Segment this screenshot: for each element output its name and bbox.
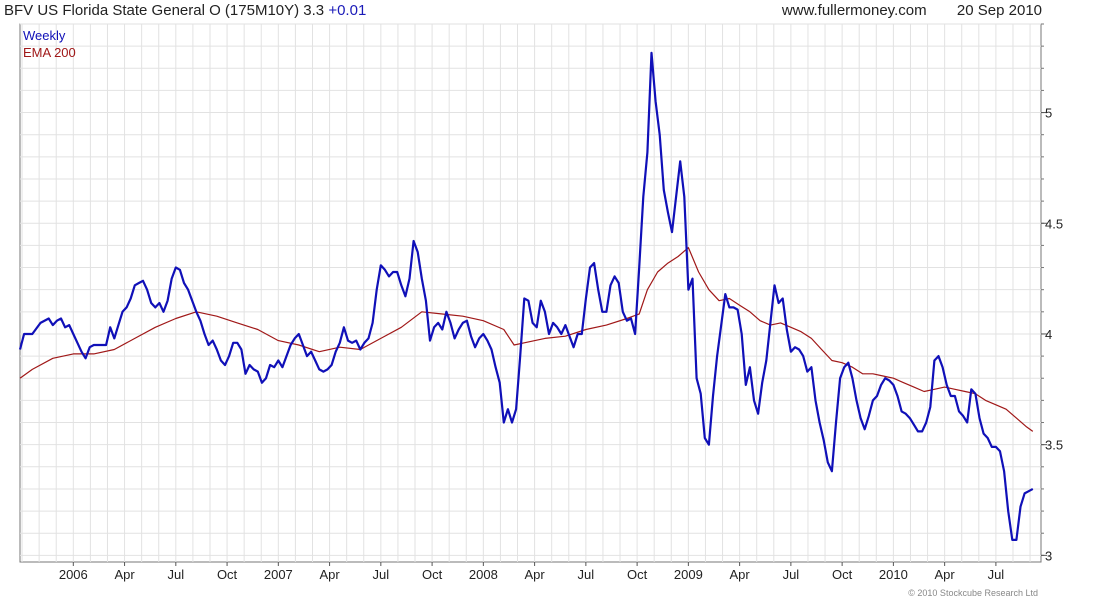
copyright-notice: © 2010 Stockcube Research Ltd (908, 588, 1038, 598)
plot-area (19, 23, 1042, 563)
legend-ema: EMA 200 (23, 45, 76, 60)
y-axis-ticks: 3 3.5 4 4.5 5 (1041, 23, 1063, 563)
x-tick-label: 2008 (469, 567, 498, 582)
legend-weekly: Weekly (23, 28, 66, 43)
x-tick-label: Oct (627, 567, 648, 582)
x-tick-label: Apr (524, 567, 545, 582)
y-tick-label: 3 (1045, 548, 1052, 563)
x-tick-label: Jul (988, 567, 1005, 582)
x-tick-label: Apr (319, 567, 340, 582)
x-tick-label: Oct (422, 567, 443, 582)
x-tick-label: Oct (217, 567, 238, 582)
y-tick-label: 4 (1045, 327, 1052, 342)
x-tick-label: Jul (168, 567, 185, 582)
x-tick-label: 2010 (879, 567, 908, 582)
x-tick-label: Jul (783, 567, 800, 582)
x-tick-label: Apr (114, 567, 135, 582)
y-tick-label: 4.5 (1045, 216, 1063, 231)
x-tick-label: Jul (578, 567, 595, 582)
x-tick-label: Oct (832, 567, 853, 582)
x-tick-label: 2007 (264, 567, 293, 582)
y-tick-label: 3.5 (1045, 438, 1063, 453)
x-tick-label: 2006 (59, 567, 88, 582)
x-tick-label: Jul (373, 567, 390, 582)
x-tick-label: Apr (935, 567, 956, 582)
chart-root: BFV US Florida State General O (175M10Y)… (0, 0, 1100, 600)
x-tick-label: Apr (730, 567, 751, 582)
x-tick-label: 2009 (674, 567, 703, 582)
price-chart: 3 3.5 4 4.5 5 2006 Apr Jul Oct 2007 Apr Jul Oct 2008… (18, 23, 1063, 582)
y-tick-label: 5 (1045, 106, 1052, 121)
x-axis-ticks: 2006 Apr Jul Oct 2007 Apr Jul Oct 2008 Apr Jul Oct 2… (59, 562, 1004, 582)
